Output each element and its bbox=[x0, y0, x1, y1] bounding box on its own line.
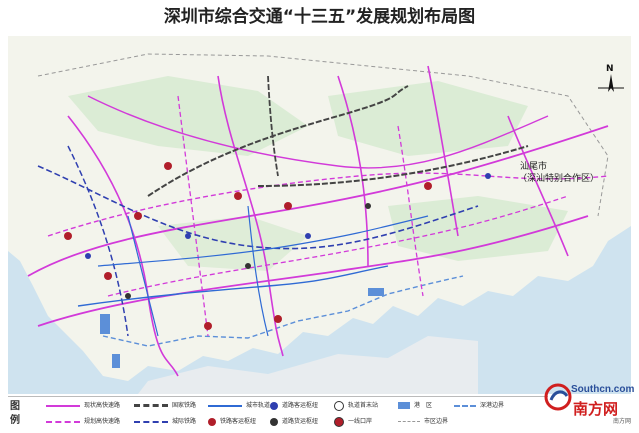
legend-item: 道路客运枢纽 bbox=[270, 399, 318, 412]
compass-north-label: N bbox=[606, 64, 614, 74]
watermark-sub: 南方网 bbox=[613, 418, 632, 425]
port-area bbox=[368, 288, 384, 296]
southcn-watermark: Southcn.com 南方网 南方网 bbox=[543, 378, 637, 432]
legend-swatch bbox=[334, 416, 344, 427]
legend-item: 一线口岸 bbox=[334, 415, 372, 428]
legend-swatch bbox=[270, 401, 278, 410]
legend-item: 城际铁路 bbox=[134, 415, 196, 428]
port-area bbox=[100, 314, 110, 334]
legend-item: 现状高快速路 bbox=[46, 399, 120, 412]
legend-swatch bbox=[46, 404, 80, 407]
legend-item: 深港边界 bbox=[454, 399, 504, 412]
legend-item: 铁路客运枢纽 bbox=[208, 415, 256, 428]
legend-swatch bbox=[398, 402, 410, 409]
compass-arrow-icon bbox=[598, 74, 624, 92]
region-label-shenshan: （深汕特别合作区） bbox=[518, 174, 600, 184]
legend-item: 港 区 bbox=[398, 399, 432, 412]
legend-swatch bbox=[270, 417, 278, 426]
legend-swatch bbox=[334, 400, 344, 411]
map-legend: 图 例 现状高快速路 规划高快速路 国家铁路 城际铁路 城市轨道 道路客运枢纽 … bbox=[8, 396, 548, 431]
legend-item: 轨道首末站 bbox=[334, 399, 378, 412]
legend-swatch bbox=[208, 417, 216, 426]
legend-swatch bbox=[134, 404, 168, 407]
southcn-logo-icon bbox=[544, 383, 572, 411]
legend-swatch bbox=[454, 404, 476, 407]
port-area bbox=[112, 354, 120, 368]
map-svg bbox=[8, 36, 631, 394]
legend-swatch bbox=[398, 421, 420, 422]
legend-swatch bbox=[46, 420, 80, 423]
legend-item: 规划高快速路 bbox=[46, 415, 120, 428]
region-label-shanwei: 汕尾市 bbox=[520, 162, 548, 172]
legend-item: 市区边界 bbox=[398, 415, 448, 428]
legend-title: 图 例 bbox=[10, 401, 20, 426]
legend-swatch bbox=[208, 404, 242, 407]
watermark-cn-name: 南方网 bbox=[573, 400, 619, 418]
compass: N bbox=[596, 64, 626, 98]
legend-item: 城市轨道 bbox=[208, 399, 270, 412]
watermark-site: Southcn.com bbox=[571, 384, 635, 395]
legend-swatch bbox=[134, 420, 168, 423]
legend-item: 国家铁路 bbox=[134, 399, 196, 412]
legend-item: 道路货运枢纽 bbox=[270, 415, 318, 428]
transport-map: 汕尾市 （深汕特别合作区） bbox=[8, 36, 631, 394]
map-title: 深圳市综合交通“十三五”发展规划布局图 bbox=[163, 7, 476, 27]
